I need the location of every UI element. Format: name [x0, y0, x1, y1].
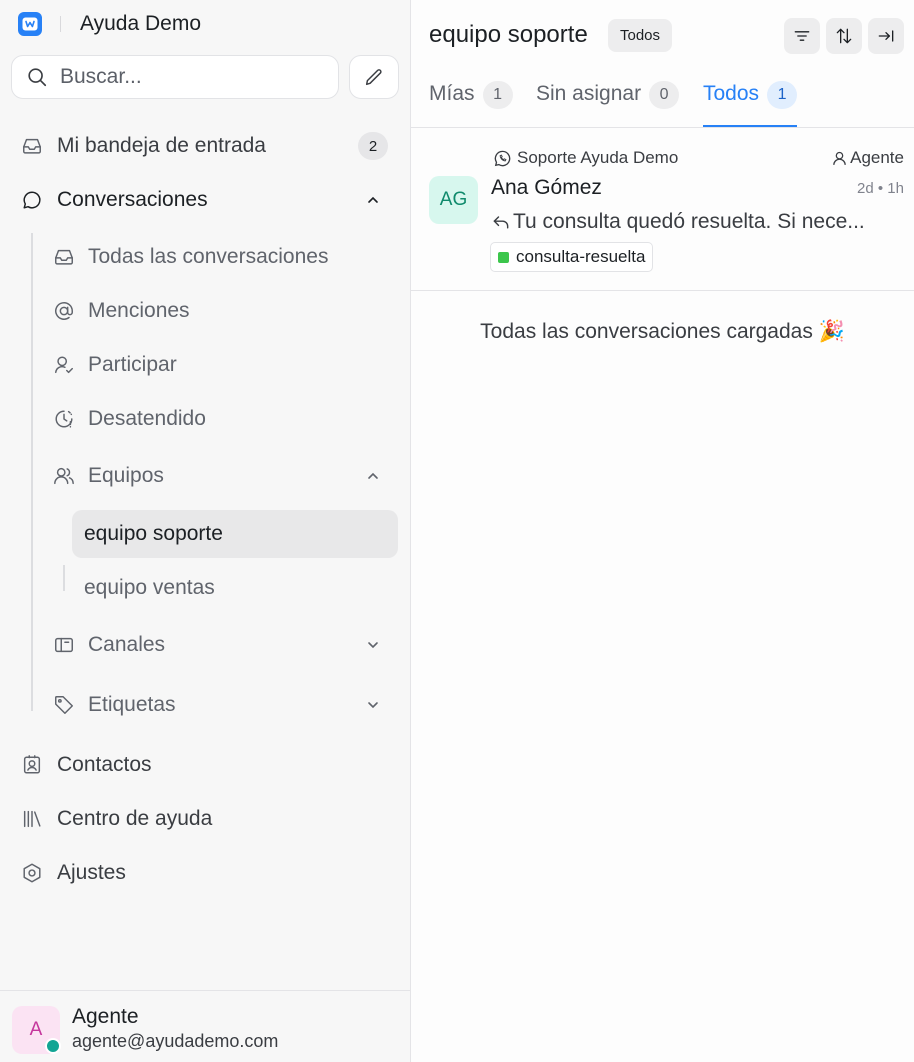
last-message-text: Tu consulta quedó resuelta. Si nece...: [513, 210, 865, 233]
tree-connector: [31, 233, 33, 711]
compose-button[interactable]: [349, 55, 399, 99]
sidebar-item-team-soporte[interactable]: equipo soporte: [72, 510, 398, 558]
tree-connector: [63, 565, 65, 591]
current-user[interactable]: A Agente agente@ayudademo.com: [0, 990, 411, 1062]
library-icon: [21, 808, 43, 830]
assigned-agent: Agente: [831, 148, 904, 168]
inbox-name: Soporte Ayuda Demo: [517, 148, 679, 167]
sidebar-item-mentions[interactable]: Menciones: [42, 289, 400, 333]
sidebar-item-my-inbox[interactable]: Mi bandeja de entrada 2: [10, 124, 400, 168]
chat-bubble-icon: [21, 189, 43, 211]
brand-divider: [60, 16, 61, 32]
sidebar-item-label: Conversaciones: [57, 188, 208, 211]
search-icon: [26, 66, 48, 88]
label-color-swatch: [498, 251, 509, 263]
users-icon: [53, 465, 75, 487]
tab-count: 0: [649, 81, 680, 109]
app-logo-icon: [18, 12, 42, 36]
sidebar-item-labels[interactable]: Etiquetas: [42, 683, 400, 727]
assignee-tabs: Mías 1 Sin asignar 0 Todos 1: [411, 70, 914, 128]
label-text: consulta-resuelta: [516, 247, 646, 266]
sidebar-item-label: equipo ventas: [84, 576, 215, 599]
conversation-card[interactable]: Soporte Ayuda Demo Agente AG Ana Gómez 2…: [411, 128, 914, 291]
tab-label: Todos: [703, 82, 760, 105]
conversation-inbox: Soporte Ayuda Demo: [493, 148, 678, 168]
filter-button[interactable]: [784, 18, 820, 54]
sidebar-item-unattended[interactable]: Desatendido: [42, 397, 400, 441]
inbox-icon: [21, 135, 43, 157]
chevron-up-icon[interactable]: [364, 191, 382, 209]
sidebar-item-all-conversations[interactable]: Todas las conversaciones: [42, 235, 400, 279]
conversation-label[interactable]: consulta-resuelta: [490, 242, 654, 272]
tab-mine[interactable]: Mías 1: [429, 81, 513, 127]
sidebar-item-team-ventas[interactable]: equipo ventas: [72, 564, 398, 612]
sort-arrows-icon: [836, 28, 852, 44]
sidebar-item-label: Ajustes: [57, 861, 126, 884]
search-input[interactable]: [60, 65, 320, 89]
contact-card-icon: [21, 754, 43, 776]
sidebar-item-label: Canales: [88, 633, 166, 656]
user-icon: [833, 151, 846, 165]
chevron-up-icon[interactable]: [364, 467, 382, 485]
last-message-preview: Tu consulta quedó resuelta. Si nece...: [491, 210, 891, 234]
inbox-count-badge: 2: [358, 132, 388, 160]
sidebar-item-channels[interactable]: Canales: [42, 623, 400, 667]
agent-name: Agente: [850, 148, 904, 167]
status-filter-badge[interactable]: Todos: [608, 19, 673, 52]
sidebar: Ayuda Demo Mi bandeja de entrada 2 Conve…: [0, 0, 411, 1062]
channels-icon: [53, 634, 75, 656]
tab-label: Sin asignar: [536, 82, 642, 105]
at-sign-icon: [53, 300, 75, 322]
tab-all[interactable]: Todos 1: [703, 81, 798, 127]
tab-label: Mías: [429, 82, 475, 105]
sidebar-item-participating[interactable]: Participar: [42, 343, 400, 387]
collapse-panel-button[interactable]: [868, 18, 904, 54]
sidebar-item-label: Participar: [88, 353, 177, 376]
chevron-down-icon[interactable]: [364, 636, 382, 654]
brand: Ayuda Demo: [18, 12, 201, 36]
sidebar-item-settings[interactable]: Ajustes: [10, 851, 400, 895]
user-check-icon: [53, 354, 75, 376]
sidebar-item-label: Etiquetas: [88, 693, 176, 716]
arrow-right-to-line-icon: [878, 30, 894, 42]
sidebar-item-label: Contactos: [57, 753, 152, 776]
search-box[interactable]: [11, 55, 339, 99]
conversation-time: 2d • 1h: [857, 180, 904, 197]
sort-button[interactable]: [826, 18, 862, 54]
filter-lines-icon: [794, 31, 810, 41]
reply-icon: [493, 216, 509, 229]
settings-hexagon-icon: [21, 862, 43, 884]
end-of-list-message: Todas las conversaciones cargadas 🎉: [480, 320, 845, 343]
online-status-dot: [45, 1038, 61, 1054]
sidebar-item-label: Desatendido: [88, 407, 206, 430]
tab-count: 1: [482, 81, 513, 109]
tab-count: 1: [767, 81, 798, 109]
conversation-list-panel: equipo soporte Todos Mías 1 Sin asignar …: [411, 0, 914, 1062]
sidebar-item-conversations[interactable]: Conversaciones: [10, 178, 400, 222]
tag-icon: [53, 694, 75, 716]
sidebar-item-label: Todas las conversaciones: [88, 245, 329, 268]
avatar: AG: [429, 176, 478, 224]
account-name[interactable]: Ayuda Demo: [80, 12, 201, 36]
sidebar-item-label: Centro de ayuda: [57, 807, 213, 830]
inbox-icon: [53, 246, 75, 268]
sidebar-item-teams[interactable]: Equipos: [42, 454, 400, 498]
page-title: equipo soporte: [429, 21, 588, 48]
pencil-icon: [363, 66, 385, 88]
tab-unassigned[interactable]: Sin asignar 0: [536, 81, 680, 127]
whatsapp-icon: [494, 150, 511, 166]
chevron-down-icon[interactable]: [364, 696, 382, 714]
sidebar-item-label: Equipos: [88, 464, 164, 487]
sidebar-item-contacts[interactable]: Contactos: [10, 743, 400, 787]
sidebar-item-label: Menciones: [88, 299, 190, 322]
sidebar-item-label: equipo soporte: [84, 522, 223, 545]
contact-name: Ana Gómez: [491, 176, 602, 199]
user-name: Agente: [72, 1005, 139, 1028]
user-email: agente@ayudademo.com: [72, 1031, 279, 1051]
sidebar-item-label: Mi bandeja de entrada: [57, 134, 266, 157]
sidebar-item-help-center[interactable]: Centro de ayuda: [10, 797, 400, 841]
clock-alert-icon: [53, 408, 75, 430]
